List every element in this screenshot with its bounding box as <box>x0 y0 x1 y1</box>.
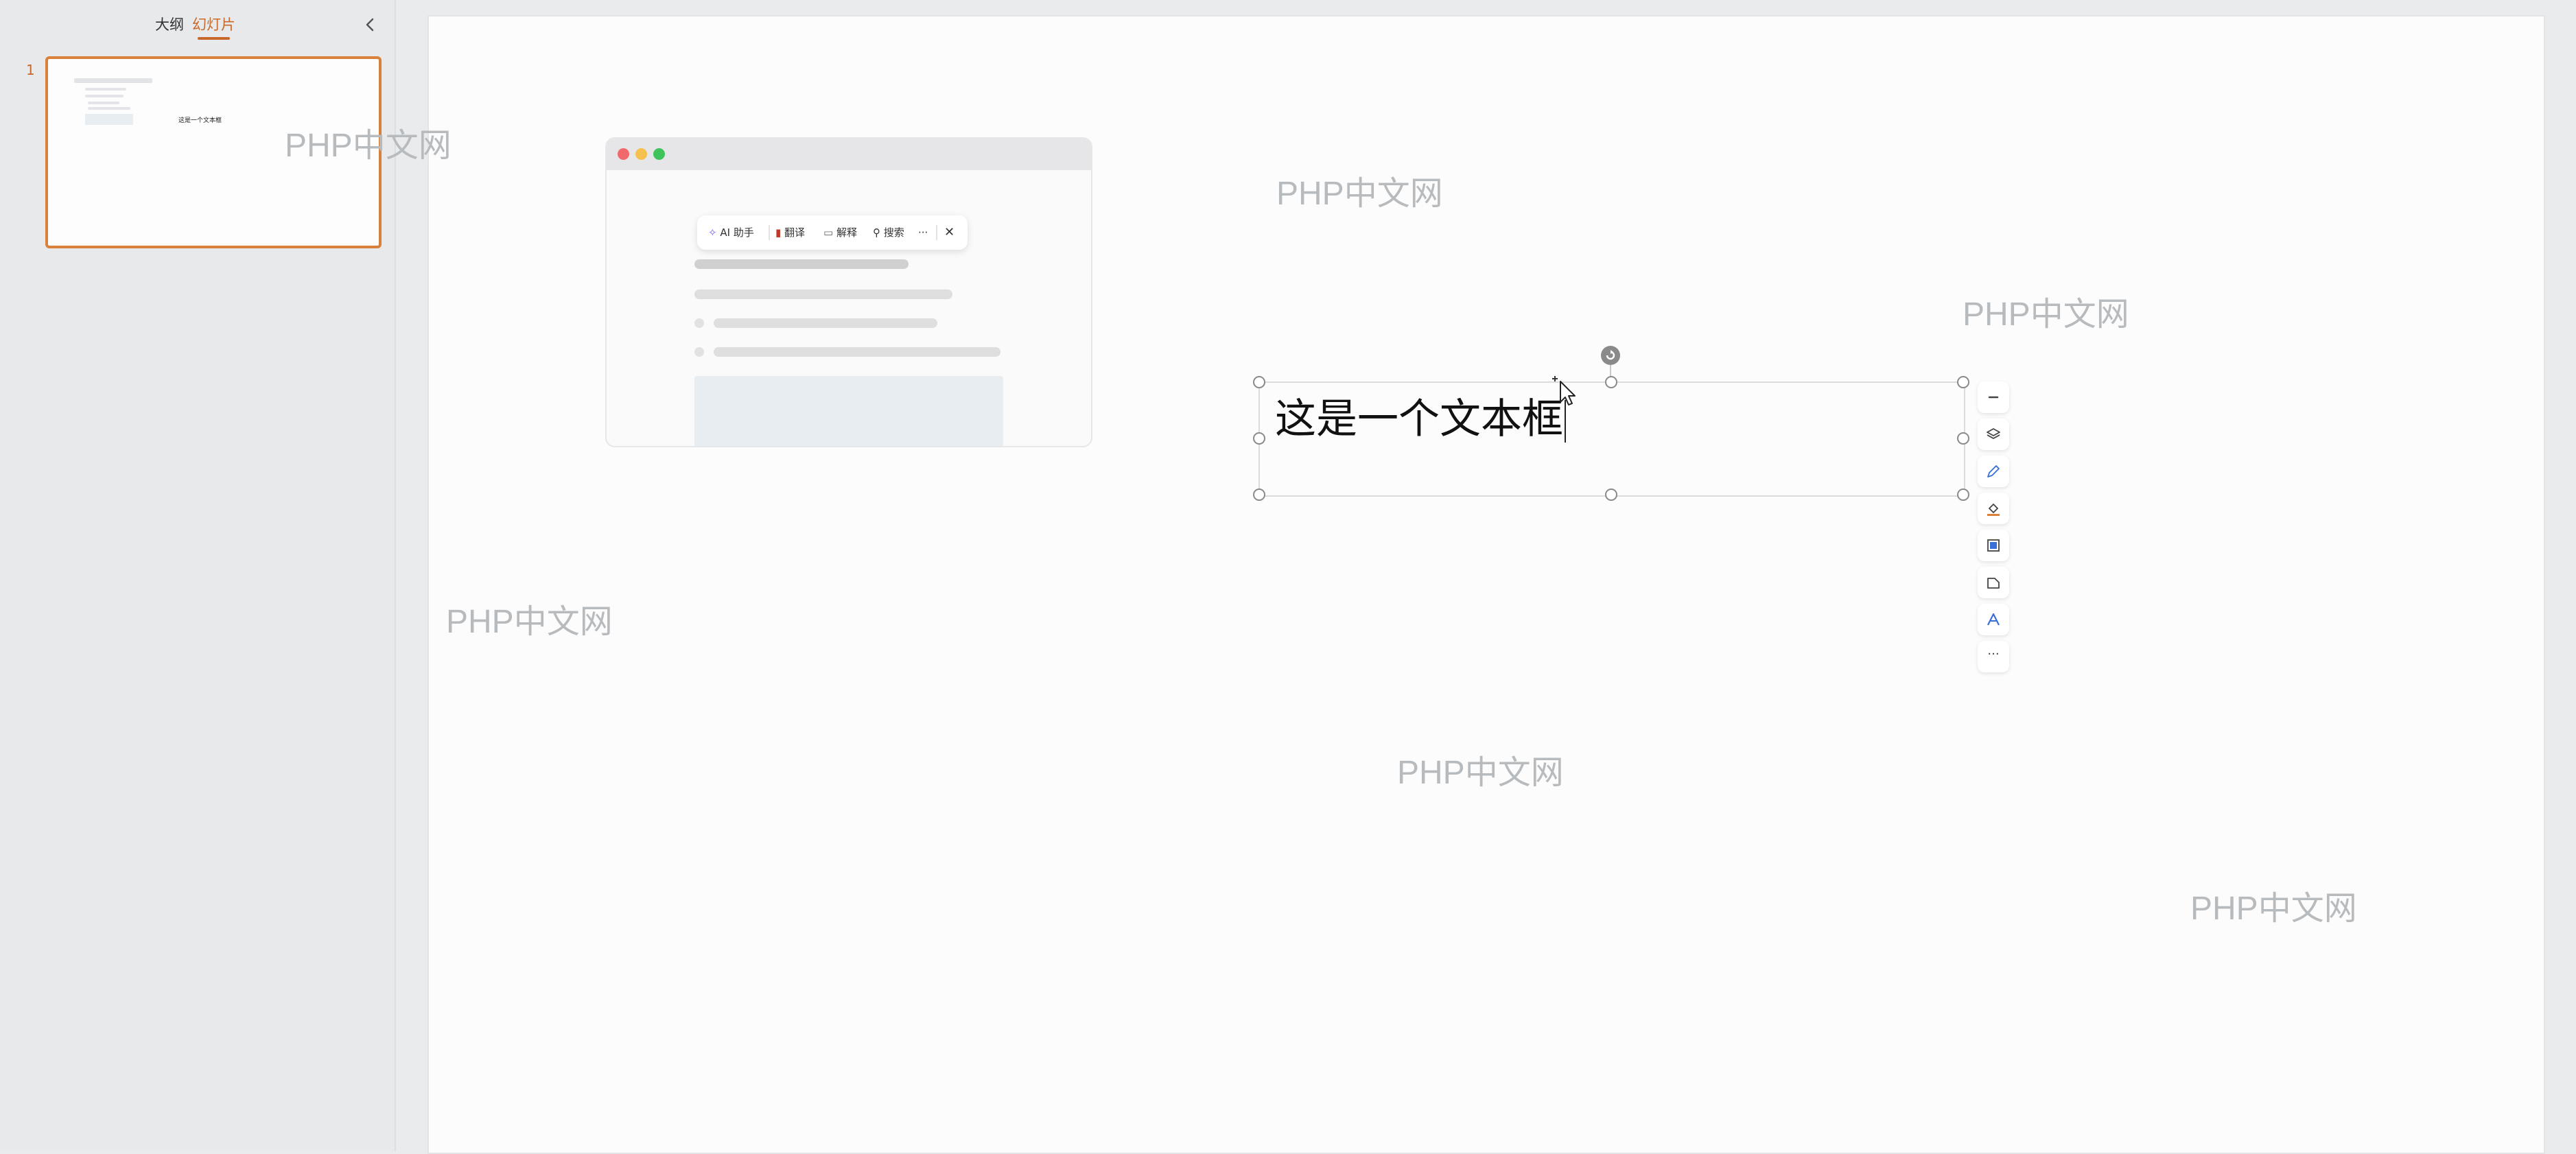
mouse-cursor-icon <box>1552 376 1576 405</box>
resize-handle-bottom-right[interactable] <box>1957 488 1969 501</box>
chevron-left-icon <box>366 18 374 32</box>
sparkle-icon: ✧ <box>708 226 717 239</box>
explain-button: ▭ 解释 <box>823 225 857 240</box>
placeholder-line <box>714 318 937 328</box>
shape-button[interactable] <box>1978 567 2009 598</box>
watermark: PHP中文网 <box>1397 755 1564 791</box>
text-effect-icon <box>1987 613 2000 626</box>
thumb-decoration <box>88 102 119 104</box>
layers-button[interactable] <box>1978 419 2009 450</box>
bullet-dot <box>694 347 704 357</box>
thumb-decoration <box>85 95 124 97</box>
explain-label: 解释 <box>836 226 857 239</box>
tab-outline[interactable]: 大纲 <box>155 14 184 36</box>
embedded-screenshot[interactable]: ✧ AI 助手 ▮ 翻译 ▭ 解释 ⚲ 搜索 ··· ✕ <box>605 137 1092 447</box>
slide-panel: 大纲 幻灯片 1 这是一个文本框 <box>0 0 396 1151</box>
thumb-decoration <box>88 107 130 110</box>
resize-handle-left[interactable] <box>1253 432 1265 445</box>
text-box-content[interactable]: 这是一个文本框 <box>1275 395 1566 443</box>
more-button: ··· <box>918 226 928 239</box>
open-book-icon: ▭ <box>823 226 834 239</box>
search-label: 搜索 <box>883 226 904 239</box>
resize-handle-bottom-left[interactable] <box>1253 488 1265 501</box>
resize-handle-top[interactable] <box>1605 376 1617 388</box>
rotate-icon <box>1606 350 1615 360</box>
translate-label: 翻译 <box>784 226 806 239</box>
rotate-handle[interactable] <box>1601 346 1620 365</box>
ai-assistant-label: AI 助手 <box>720 226 754 239</box>
border-button[interactable] <box>1978 530 2009 561</box>
resize-handle-top-left[interactable] <box>1253 376 1265 388</box>
placeholder-line <box>694 259 909 269</box>
window-titlebar <box>607 139 1091 170</box>
resize-handle-bottom[interactable] <box>1605 488 1617 501</box>
collapse-panel-button[interactable] <box>360 14 380 36</box>
layers-icon <box>1987 428 2000 439</box>
slide-number: 1 <box>26 62 35 78</box>
close-icon: ✕ <box>944 225 955 239</box>
thumb-decoration <box>74 78 152 83</box>
minimize-dot-icon <box>635 148 647 160</box>
close-dot-icon <box>618 148 629 160</box>
bullet-dot <box>694 318 704 328</box>
resize-handle-top-right[interactable] <box>1957 376 1969 388</box>
search-button: ⚲ 搜索 <box>873 225 904 240</box>
watermark: PHP中文网 <box>2190 891 2357 927</box>
fill-color-button[interactable] <box>1978 493 2009 524</box>
collapse-toolbar-button[interactable] <box>1978 381 2009 413</box>
shape-icon <box>1987 578 2000 589</box>
placeholder-line <box>714 347 1000 357</box>
panel-tabs: 大纲 幻灯片 <box>0 0 395 48</box>
search-icon: ⚲ <box>873 226 880 239</box>
watermark: PHP中文网 <box>285 128 452 164</box>
more-tools-button[interactable]: ··· <box>1978 641 2009 672</box>
ai-assistant-button: ✧ AI 助手 <box>708 225 754 240</box>
watermark: PHP中文网 <box>1963 296 2129 333</box>
resize-handle-right[interactable] <box>1957 432 1969 445</box>
tab-slides[interactable]: 幻灯片 <box>192 14 235 40</box>
placeholder-block <box>694 376 1003 446</box>
border-icon <box>1987 539 2000 552</box>
minus-icon <box>1988 396 1999 399</box>
thumb-text: 这是一个文本框 <box>178 117 222 124</box>
thumb-decoration <box>85 88 126 91</box>
placeholder-line <box>694 290 952 299</box>
edit-button[interactable] <box>1978 456 2009 487</box>
toolbar-divider <box>936 225 937 240</box>
paint-bucket-icon <box>1987 503 2000 516</box>
text-box[interactable]: 这是一个文本框 <box>1258 381 1965 497</box>
maximize-dot-icon <box>653 148 665 160</box>
book-icon: ▮ <box>775 226 782 239</box>
ai-toolbar: ✧ AI 助手 ▮ 翻译 ▭ 解释 ⚲ 搜索 ··· ✕ <box>697 215 968 250</box>
text-box-text: 这是一个文本框 <box>1275 395 1563 443</box>
pencil-icon <box>1987 465 2000 478</box>
thumb-decoration <box>85 114 133 125</box>
watermark: PHP中文网 <box>446 604 613 640</box>
watermark: PHP中文网 <box>1276 176 1443 212</box>
toolbar-divider <box>769 225 770 240</box>
translate-button: ▮ 翻译 <box>775 225 805 240</box>
text-effect-button[interactable] <box>1978 604 2009 635</box>
